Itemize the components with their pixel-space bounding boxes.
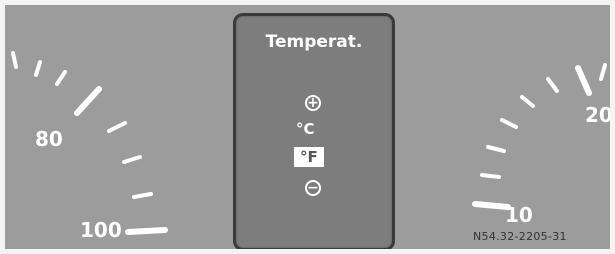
right-tick — [546, 77, 559, 93]
left-tick-major — [125, 227, 168, 235]
right-tick — [599, 63, 607, 81]
left-tick — [34, 60, 42, 77]
right-tick — [500, 118, 518, 129]
option-fahrenheit-selected[interactable]: °F — [294, 147, 324, 167]
left-tick — [132, 192, 153, 199]
plus-circle-icon[interactable]: + — [305, 95, 321, 111]
left-gauge-label-80: 80 — [35, 127, 63, 151]
menu-title: Temperat. — [265, 32, 363, 52]
left-tick — [11, 51, 18, 69]
right-tick-major — [575, 65, 592, 96]
figure-reference-code: N54.32-2205-31 — [473, 230, 567, 243]
right-gauge-label-20: 20 — [585, 103, 610, 127]
right-gauge-ticks — [472, 63, 607, 210]
right-tick — [520, 95, 535, 108]
left-tick-major — [74, 86, 102, 116]
figure-frame: 80 100 20 10 Temperat. + °C °F − N54.32-… — [0, 0, 615, 254]
right-tick-major — [472, 201, 511, 210]
instrument-cluster: 80 100 20 10 Temperat. + °C °F − — [5, 5, 610, 249]
left-tick — [55, 70, 67, 86]
right-gauge-label-10: 10 — [505, 203, 533, 227]
left-tick — [107, 121, 127, 133]
minus-circle-icon[interactable]: − — [305, 180, 321, 196]
option-celsius[interactable]: °C — [296, 120, 315, 138]
right-tick — [486, 145, 506, 153]
temperature-menu-panel: Temperat. + °C °F − — [233, 13, 395, 249]
left-gauge-label-100: 100 — [80, 218, 122, 242]
left-tick — [122, 155, 142, 164]
right-tick — [480, 173, 501, 179]
